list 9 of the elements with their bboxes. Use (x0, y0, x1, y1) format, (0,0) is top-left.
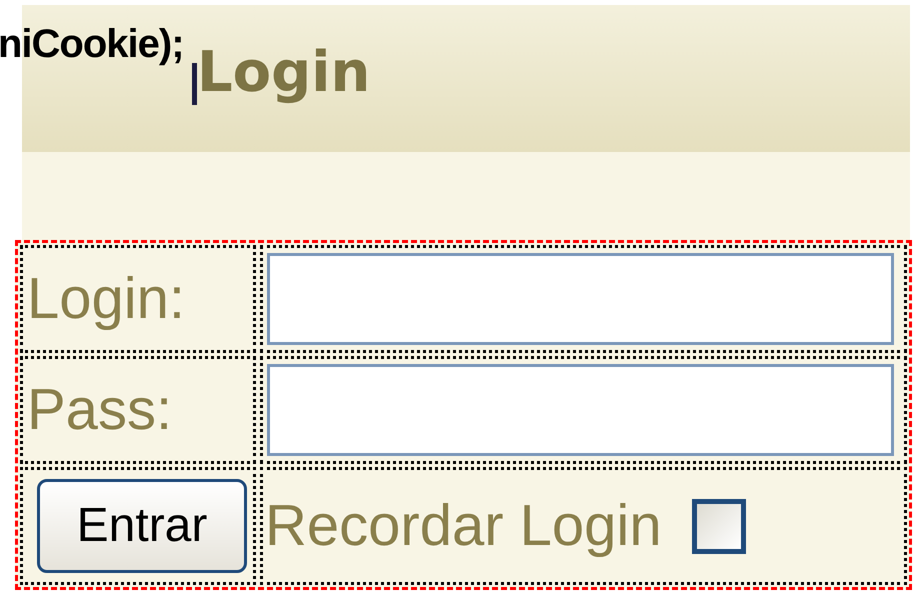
field-label: Pass: (27, 381, 172, 439)
field-label: Login: (27, 270, 186, 328)
remember-label: Recordar Login (265, 497, 662, 555)
code-text: niCookie); (0, 24, 184, 64)
input-field[interactable] (267, 364, 894, 456)
text-cursor (192, 62, 197, 104)
input-field[interactable] (267, 253, 894, 345)
remember-checkbox[interactable] (692, 498, 746, 554)
submit-button[interactable]: Entrar (37, 479, 247, 573)
